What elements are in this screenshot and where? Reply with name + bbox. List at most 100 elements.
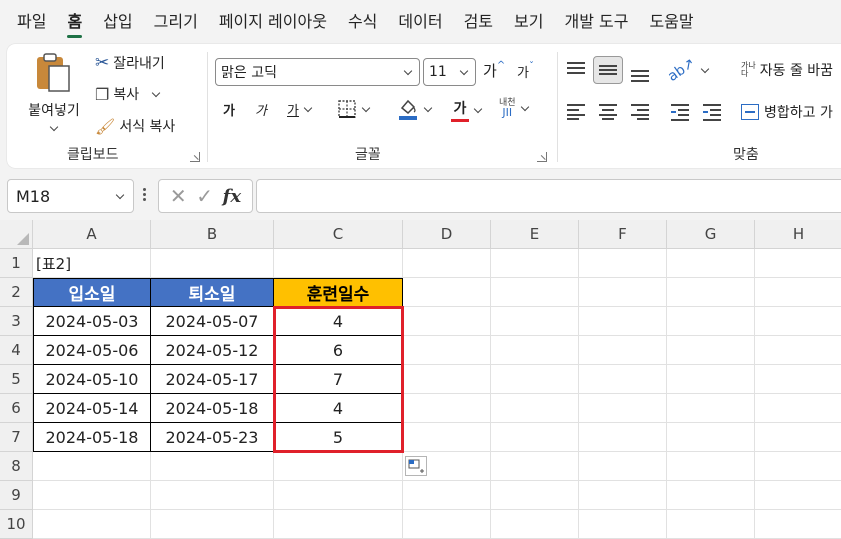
cell-g7[interactable] [667, 423, 755, 452]
cell-a5[interactable]: 2024-05-10 [33, 365, 151, 394]
cell-h6[interactable] [755, 394, 841, 423]
cell-g1[interactable] [667, 249, 755, 278]
cell-b5[interactable]: 2024-05-17 [151, 365, 274, 394]
row-header-9[interactable]: 9 [0, 481, 33, 510]
cell-h7[interactable] [755, 423, 841, 452]
cell-d10[interactable] [403, 510, 491, 539]
cell-f9[interactable] [579, 481, 667, 510]
cell-f1[interactable] [579, 249, 667, 278]
cell-b4[interactable]: 2024-05-12 [151, 336, 274, 365]
grow-font-button[interactable]: 가 ^ [483, 60, 505, 81]
italic-button[interactable]: 가 [255, 100, 267, 119]
cell-g3[interactable] [667, 307, 755, 336]
merge-center-button[interactable]: 병합하고 가 [741, 102, 833, 122]
cell-d1[interactable] [403, 249, 491, 278]
confirm-icon[interactable]: ✓ [196, 184, 213, 208]
chevron-down-icon[interactable] [520, 102, 529, 111]
cell-c7[interactable]: 5 [274, 423, 403, 452]
cell-e1[interactable] [491, 249, 579, 278]
cell-e3[interactable] [491, 307, 579, 336]
cell-h1[interactable] [755, 249, 841, 278]
menu-tab-8[interactable]: 보기 [514, 0, 543, 44]
align-right-button[interactable] [631, 104, 649, 120]
phonetic-button[interactable]: 내천 JII [499, 98, 529, 118]
align-bottom-button[interactable] [631, 66, 649, 82]
column-header-f[interactable]: F [579, 220, 667, 249]
menu-tab-1[interactable]: 홈 [67, 0, 82, 44]
cell-e7[interactable] [491, 423, 579, 452]
menu-tab-2[interactable]: 삽입 [103, 0, 132, 44]
row-header-5[interactable]: 5 [0, 365, 33, 394]
copy-button[interactable]: ❐ 복사 [95, 83, 161, 105]
cell-g4[interactable] [667, 336, 755, 365]
row-header-10[interactable]: 10 [0, 510, 33, 539]
cell-a1[interactable]: [표2] [33, 249, 151, 278]
cell-h8[interactable] [755, 452, 841, 481]
cell-a6[interactable]: 2024-05-14 [33, 394, 151, 423]
row-header-4[interactable]: 4 [0, 336, 33, 365]
menu-tab-6[interactable]: 데이터 [398, 0, 442, 44]
cell-f5[interactable] [579, 365, 667, 394]
chevron-down-icon[interactable] [115, 190, 125, 200]
cell-f10[interactable] [579, 510, 667, 539]
chevron-down-icon[interactable] [473, 104, 483, 113]
cell-e8[interactable] [491, 452, 579, 481]
cell-h9[interactable] [755, 481, 841, 510]
name-box[interactable]: M18 [7, 179, 134, 213]
cell-d5[interactable] [403, 365, 491, 394]
row-header-1[interactable]: 1 [0, 249, 33, 278]
column-header-h[interactable]: H [755, 220, 841, 249]
shrink-font-button[interactable]: 가 ˇ [517, 61, 534, 81]
cell-h10[interactable] [755, 510, 841, 539]
align-top-button[interactable] [567, 62, 585, 76]
increase-indent-button[interactable] [703, 104, 721, 121]
dialog-launcher-icon[interactable] [537, 152, 547, 162]
cell-f8[interactable] [579, 452, 667, 481]
cell-b8[interactable] [151, 452, 274, 481]
cell-d4[interactable] [403, 336, 491, 365]
menu-tab-4[interactable]: 페이지 레이아웃 [219, 0, 327, 44]
menu-tab-5[interactable]: 수식 [348, 0, 377, 44]
row-header-6[interactable]: 6 [0, 394, 33, 423]
cell-g6[interactable] [667, 394, 755, 423]
cancel-icon[interactable]: ✕ [170, 184, 187, 208]
cell-a4[interactable]: 2024-05-06 [33, 336, 151, 365]
cell-f4[interactable] [579, 336, 667, 365]
orientation-button[interactable]: ab↗ [665, 55, 710, 85]
dialog-launcher-icon[interactable] [190, 152, 200, 162]
insert-function-icon[interactable]: fx [223, 186, 241, 207]
cell-d3[interactable] [403, 307, 491, 336]
cell-c2[interactable]: 훈련일수 [274, 278, 403, 307]
cell-a7[interactable]: 2024-05-18 [33, 423, 151, 452]
cell-g9[interactable] [667, 481, 755, 510]
select-all-corner[interactable] [0, 220, 33, 249]
cell-h3[interactable] [755, 307, 841, 336]
column-header-d[interactable]: D [403, 220, 491, 249]
font-color-button[interactable]: 가 [451, 98, 483, 122]
chevron-down-icon[interactable] [151, 88, 161, 97]
cell-h5[interactable] [755, 365, 841, 394]
cell-c3[interactable]: 4 [274, 307, 403, 336]
cell-a2[interactable]: 입소일 [33, 278, 151, 307]
cell-e5[interactable] [491, 365, 579, 394]
cell-e4[interactable] [491, 336, 579, 365]
quick-analysis-icon[interactable] [405, 456, 427, 476]
cell-e2[interactable] [491, 278, 579, 307]
cell-b10[interactable] [151, 510, 274, 539]
underline-button[interactable]: 가 [287, 100, 313, 119]
menu-tab-10[interactable]: 도움말 [649, 0, 693, 44]
cell-b3[interactable]: 2024-05-07 [151, 307, 274, 336]
cell-c4[interactable]: 6 [274, 336, 403, 365]
row-header-3[interactable]: 3 [0, 307, 33, 336]
cell-c8[interactable] [274, 452, 403, 481]
format-painter-button[interactable]: 🖌 서식 복사 [95, 115, 175, 137]
font-name-select[interactable]: 맑은 고딕 [215, 58, 420, 86]
decrease-indent-button[interactable] [671, 104, 689, 121]
column-header-b[interactable]: B [151, 220, 274, 249]
chevron-down-icon[interactable] [361, 103, 371, 112]
paste-button[interactable]: 붙여넣기 [21, 52, 87, 132]
wrap-text-button[interactable]: 가나 다 자동 줄 바꿈 [741, 60, 833, 80]
menu-tab-0[interactable]: 파일 [17, 0, 46, 44]
chevron-down-icon[interactable] [303, 103, 313, 113]
cell-d7[interactable] [403, 423, 491, 452]
